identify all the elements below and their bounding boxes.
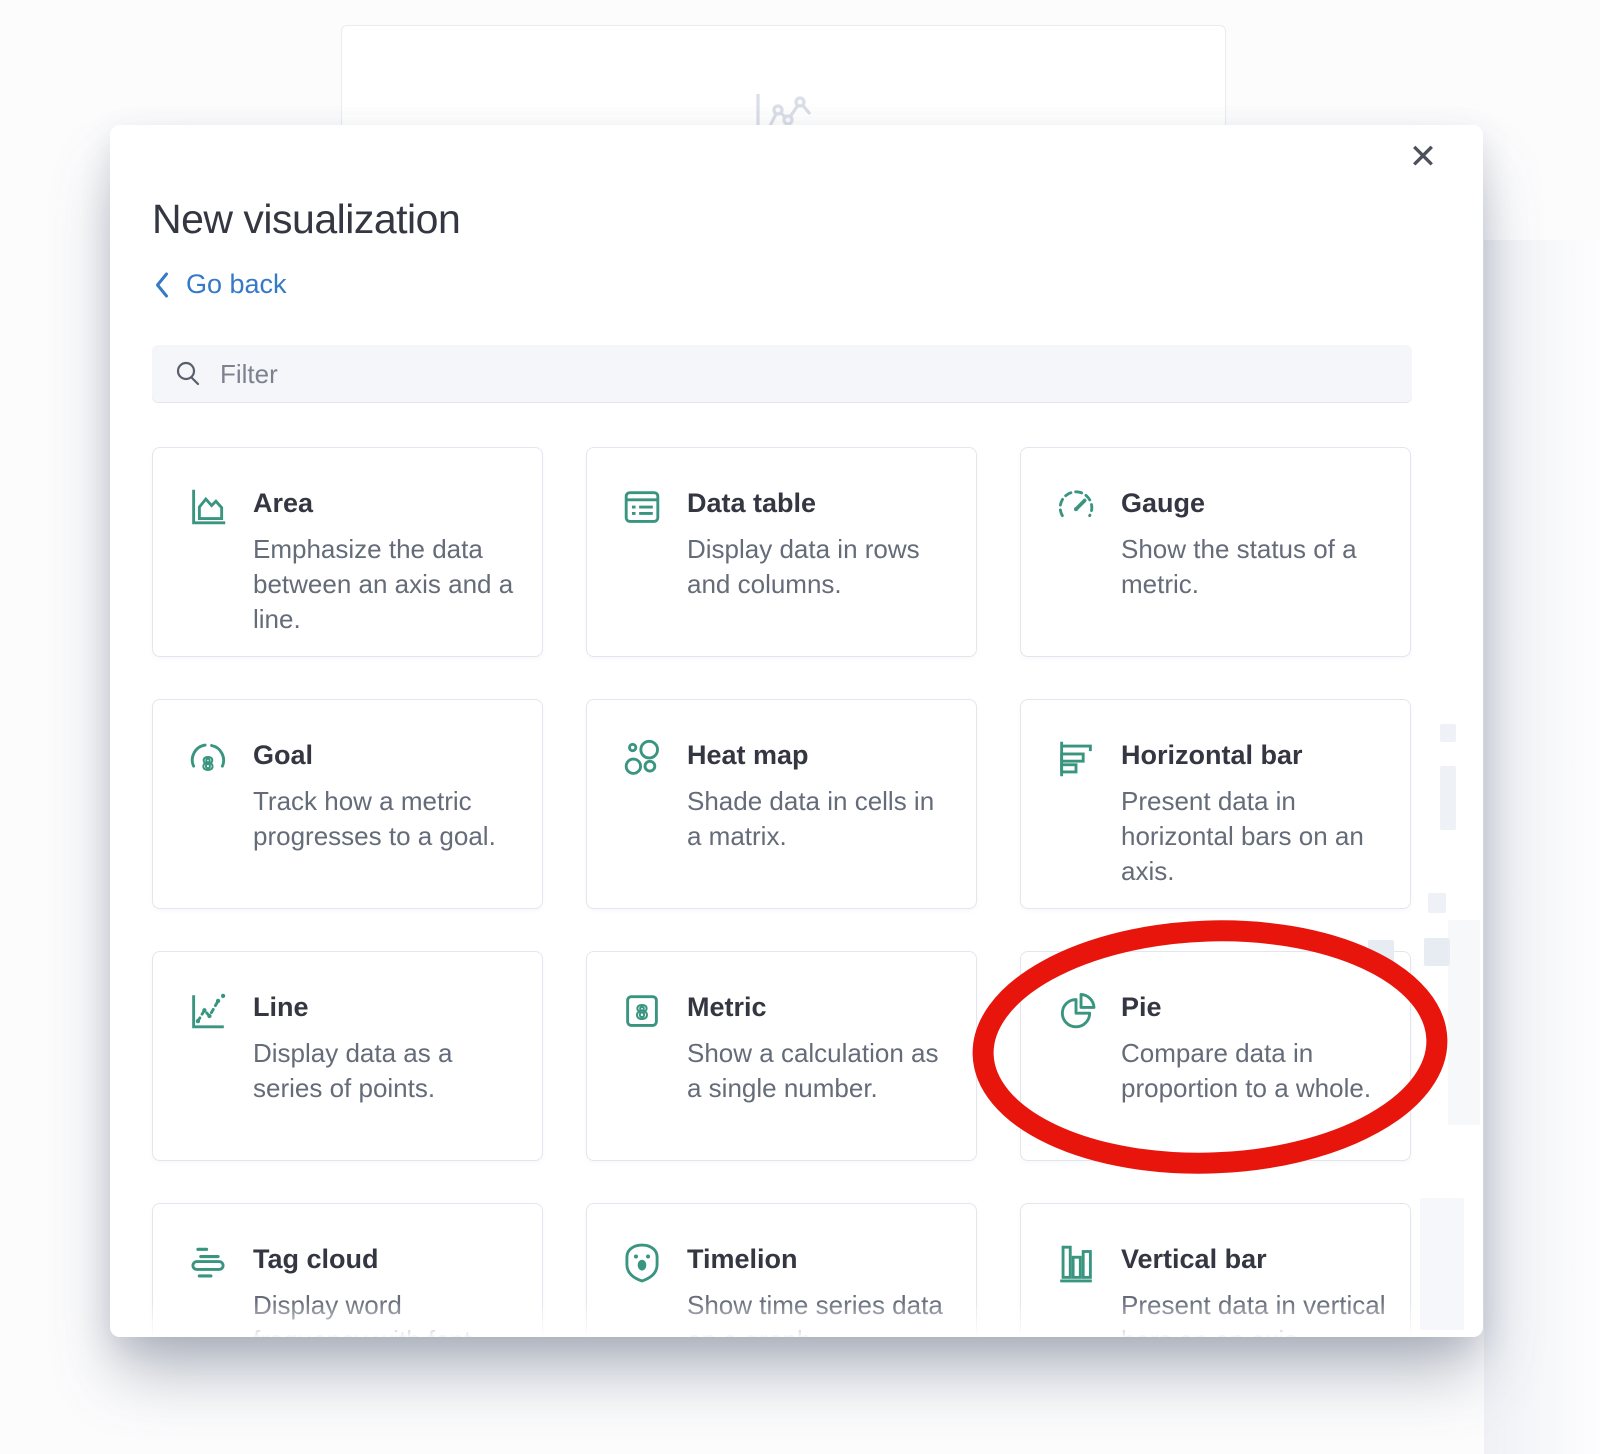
data-table-icon [619,484,665,530]
heat-map-icon [619,736,665,782]
card-title: Area [253,488,518,519]
card-description: Display data in rows and columns. [687,532,952,602]
card-description: Present data in horizontal bars on an ax… [1121,784,1386,889]
background-gradient-strip [1484,240,1600,1454]
vis-card-pie[interactable]: Pie Compare data in proportion to a whol… [1020,951,1411,1161]
pie-chart-icon [1053,988,1099,1034]
new-visualization-modal: ✕ New visualization Go back [110,125,1483,1337]
vis-card-goal[interactable]: 8 Goal Track how a metric progresses to … [152,699,543,909]
watermark-square [1424,938,1450,966]
card-description: Show time series data on a graph. [687,1288,952,1337]
card-description: Show a calculation as a single number. [687,1036,952,1106]
watermark-square [1440,724,1456,742]
vis-card-gauge[interactable]: Gauge Show the status of a metric. [1020,447,1411,657]
watermark-square [1420,1198,1464,1330]
vis-card-area[interactable]: Area Emphasize the data between an axis … [152,447,543,657]
vis-card-line[interactable]: Line Display data as a series of points. [152,951,543,1161]
card-title: Vertical bar [1121,1244,1386,1275]
card-title: Line [253,992,518,1023]
search-icon [174,360,202,388]
card-title: Timelion [687,1244,952,1275]
card-title: Gauge [1121,488,1386,519]
area-chart-icon [185,484,231,530]
timelion-icon [619,1240,665,1286]
vis-card-metric[interactable]: 8 Metric Show a calculation as a single … [586,951,977,1161]
card-description: Emphasize the data between an axis and a… [253,532,518,637]
card-description: Track how a metric progresses to a goal. [253,784,518,854]
vis-card-timelion[interactable]: Timelion Show time series data on a grap… [586,1203,977,1337]
vis-card-tag-cloud[interactable]: Tag cloud Display word frequency with fo… [152,1203,543,1337]
card-title: Pie [1121,992,1386,1023]
card-title: Tag cloud [253,1244,518,1275]
card-title: Horizontal bar [1121,740,1386,771]
card-description: Display word frequency with font size. [253,1288,518,1337]
tag-cloud-icon [185,1240,231,1286]
card-description: Show the status of a metric. [1121,532,1386,602]
card-description: Present data in vertical bars on an axis… [1121,1288,1386,1337]
horizontal-bar-icon [1053,736,1099,782]
watermark-square [1428,893,1446,913]
filter-search-box [152,345,1412,403]
watermark-square [1448,920,1480,1125]
chevron-left-icon [154,271,170,299]
goal-icon: 8 [185,736,231,782]
vis-card-vertical-bar[interactable]: Vertical bar Present data in vertical ba… [1020,1203,1411,1337]
close-icon[interactable]: ✕ [1401,135,1445,179]
filter-input[interactable] [218,344,1412,404]
vis-card-heat-map[interactable]: Heat map Shade data in cells in a matrix… [586,699,977,909]
go-back-link[interactable]: Go back [154,269,287,300]
line-chart-icon [185,988,231,1034]
card-description: Compare data in proportion to a whole. [1121,1036,1386,1106]
page-title: New visualization [152,196,460,243]
vertical-bar-icon [1053,1240,1099,1286]
go-back-label: Go back [186,269,287,300]
card-title: Heat map [687,740,952,771]
svg-text:8: 8 [636,1002,647,1024]
card-title: Goal [253,740,518,771]
card-title: Data table [687,488,952,519]
svg-text:8: 8 [203,753,213,774]
card-description: Shade data in cells in a matrix. [687,784,952,854]
watermark-square [1440,766,1456,830]
gauge-icon [1053,484,1099,530]
visualization-type-grid: Area Emphasize the data between an axis … [152,447,1412,1337]
metric-icon: 8 [619,988,665,1034]
card-title: Metric [687,992,952,1023]
vis-card-data-table[interactable]: Data table Display data in rows and colu… [586,447,977,657]
watermark-square [1368,940,1394,964]
vis-card-horizontal-bar[interactable]: Horizontal bar Present data in horizonta… [1020,699,1411,909]
card-description: Display data as a series of points. [253,1036,518,1106]
